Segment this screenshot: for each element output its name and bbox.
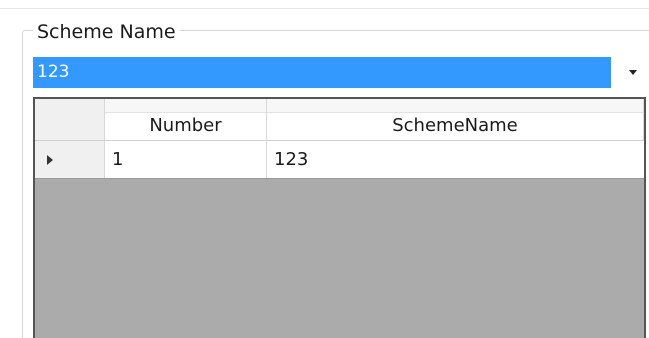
- grid-header-row: Number SchemeName: [35, 99, 644, 140]
- dropdown-arrow-icon: [629, 70, 637, 75]
- groupbox-title: Scheme Name: [33, 20, 180, 44]
- combobox-selected-value[interactable]: 123: [33, 57, 611, 88]
- column-header-number[interactable]: Number: [105, 99, 267, 140]
- schemes-data-grid[interactable]: Number SchemeName 1 123: [33, 97, 646, 338]
- row-header-cell[interactable]: [35, 141, 105, 178]
- dropdown-arrow-button[interactable]: [617, 57, 649, 88]
- header-corner-cell[interactable]: [35, 99, 105, 140]
- scheme-panel: Scheme Name 123 Number SchemeName 1 123: [0, 0, 649, 338]
- scheme-name-combobox[interactable]: 123: [33, 57, 649, 88]
- current-row-arrow-icon: [47, 154, 53, 165]
- table-row[interactable]: 1 123: [35, 140, 644, 179]
- cell-number[interactable]: 1: [105, 141, 267, 178]
- top-divider: [0, 8, 649, 9]
- cell-schemename[interactable]: 123: [267, 141, 644, 178]
- column-header-schemename[interactable]: SchemeName: [267, 99, 644, 140]
